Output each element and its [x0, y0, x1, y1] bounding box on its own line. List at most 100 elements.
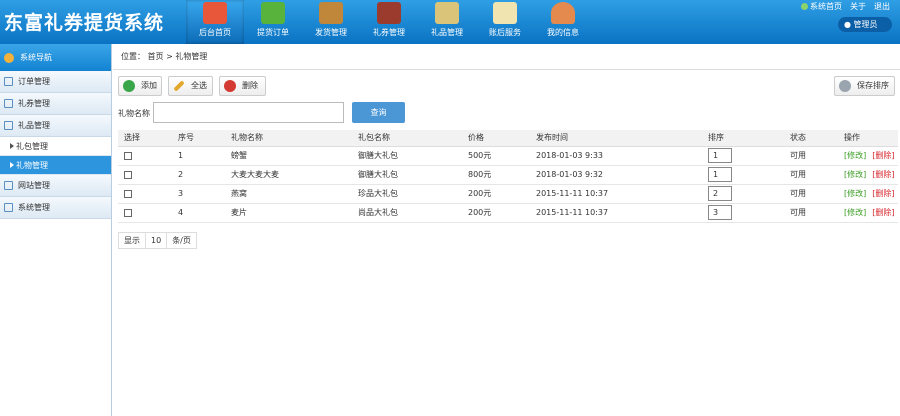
sidebar-title: 系统导航 — [0, 44, 111, 71]
row-select-cell — [118, 203, 172, 223]
row-publish-time: 2015-11-11 10:37 — [530, 203, 702, 223]
row-publish-time: 2018-01-03 9:33 — [530, 146, 702, 166]
about-link[interactable]: 关于 — [850, 1, 866, 12]
col-sort: 排序 — [702, 130, 784, 147]
header: 东富礼券提货系统 后台首页 提货订单 发货管理 礼券管理 礼品管理 账后服务 我… — [0, 0, 900, 44]
sidebar-item-label: 礼品管理 — [18, 121, 50, 130]
sidebar-subitem-packages[interactable]: 礼包管理 — [0, 137, 111, 156]
sort-input[interactable]: 1 — [708, 167, 732, 182]
edit-link[interactable]: [修改] — [844, 189, 866, 198]
row-sort-cell: 3 — [702, 203, 784, 223]
col-status: 状态 — [784, 130, 838, 147]
sidebar-item-website[interactable]: 网站管理 — [0, 175, 111, 197]
delete-link[interactable]: [删除] — [872, 189, 894, 198]
window-icon — [4, 181, 13, 190]
row-status: 可用 — [784, 146, 838, 166]
row-select-cell — [118, 184, 172, 204]
sidebar-item-label: 订单管理 — [18, 77, 50, 86]
nav-label: 我的信息 — [547, 28, 579, 37]
delete-label: 删除 — [242, 81, 258, 90]
gear-icon — [839, 80, 851, 92]
col-package-name: 礼包名称 — [352, 130, 462, 147]
nav-item-profile[interactable]: 我的信息 — [534, 0, 592, 44]
table-row: 3 燕窝 珍品大礼包 200元 2015-11-11 10:37 2 可用 [修… — [118, 184, 898, 204]
row-checkbox[interactable] — [124, 151, 132, 160]
sidebar-item-coupons[interactable]: 礼券管理 — [0, 93, 111, 115]
sidebar-item-orders[interactable]: 订单管理 — [0, 71, 111, 93]
save-sort-button[interactable]: 保存排序 — [834, 76, 895, 96]
row-no: 2 — [172, 165, 225, 185]
row-price: 200元 — [462, 184, 530, 204]
close-icon — [224, 80, 236, 92]
table-row: 4 麦片 尚品大礼包 200元 2015-11-11 10:37 3 可用 [修… — [118, 203, 898, 223]
search-button[interactable]: 查询 — [352, 102, 405, 123]
add-button[interactable]: 添加 — [118, 76, 162, 96]
add-label: 添加 — [141, 81, 157, 90]
sort-input[interactable]: 3 — [708, 205, 732, 220]
nav-item-gifts[interactable]: 礼品管理 — [418, 0, 476, 44]
system-home-label: 系统首页 — [810, 2, 842, 11]
nav-item-shipping[interactable]: 发货管理 — [302, 0, 360, 44]
row-package-name: 珍品大礼包 — [352, 184, 462, 204]
delete-link[interactable]: [删除] — [872, 170, 894, 179]
sidebar-title-label: 系统导航 — [20, 53, 52, 62]
search-label: 礼物名称 — [118, 109, 150, 118]
sidebar-item-system[interactable]: 系统管理 — [0, 197, 111, 219]
sidebar-subitem-gift-items[interactable]: 礼物管理 — [0, 156, 111, 175]
app-title: 东富礼券提货系统 — [4, 12, 165, 34]
logout-link[interactable]: 退出 — [874, 1, 890, 12]
row-checkbox[interactable] — [124, 208, 132, 217]
select-all-button[interactable]: 全选 — [168, 76, 213, 96]
book-icon — [377, 2, 401, 24]
gift-name-input[interactable] — [153, 102, 344, 123]
sort-input[interactable]: 1 — [708, 148, 732, 163]
nav-item-home[interactable]: 后台首页 — [186, 0, 244, 44]
breadcrumb-home[interactable]: 首页 — [148, 52, 164, 61]
edit-link[interactable]: [修改] — [844, 151, 866, 160]
sidebar-item-gifts[interactable]: 礼品管理 — [0, 115, 111, 137]
pager-size[interactable]: 10 — [146, 233, 168, 248]
settings-icon — [4, 203, 13, 212]
row-package-name: 御膳大礼包 — [352, 146, 462, 166]
breadcrumb-prefix: 位置： — [121, 52, 145, 61]
row-price: 800元 — [462, 165, 530, 185]
row-no: 3 — [172, 184, 225, 204]
cart-icon — [261, 2, 285, 24]
admin-badge[interactable]: ● 管理员 — [838, 17, 892, 32]
sort-input[interactable]: 2 — [708, 186, 732, 201]
nav-label: 后台首页 — [199, 28, 231, 37]
edit-icon — [4, 99, 13, 108]
plus-icon — [123, 80, 135, 92]
sidebar-item-label: 系统管理 — [18, 203, 50, 212]
nav-item-orders[interactable]: 提货订单 — [244, 0, 302, 44]
box-icon — [319, 2, 343, 24]
nav-item-coupons[interactable]: 礼券管理 — [360, 0, 418, 44]
col-actions: 操作 — [838, 130, 898, 147]
row-no: 4 — [172, 203, 225, 223]
row-package-name: 御膳大礼包 — [352, 165, 462, 185]
row-sort-cell: 1 — [702, 165, 784, 185]
sidebar-item-label: 礼券管理 — [18, 99, 50, 108]
delete-link[interactable]: [删除] — [872, 208, 894, 217]
list-icon — [4, 77, 13, 86]
user-icon — [551, 2, 575, 24]
note-icon — [493, 2, 517, 24]
nav-label: 发货管理 — [315, 28, 347, 37]
table-row: 2 大麦大麦大麦 御膳大礼包 800元 2018-01-03 9:32 1 可用… — [118, 165, 898, 185]
delete-button[interactable]: 删除 — [219, 76, 266, 96]
nav-label: 礼品管理 — [431, 28, 463, 37]
row-actions: [修改] [删除] — [838, 165, 898, 185]
nav-label: 提货订单 — [257, 28, 289, 37]
delete-link[interactable]: [删除] — [872, 151, 894, 160]
main-content: 位置： 首页 > 礼物管理 添加 全选 删除 保存排序 礼物名称 查询 选择 序… — [113, 44, 900, 416]
nav-item-service[interactable]: 账后服务 — [476, 0, 534, 44]
system-home-link[interactable]: 系统首页 — [801, 1, 842, 12]
row-gift-name: 大麦大麦大麦 — [225, 165, 352, 185]
row-checkbox[interactable] — [124, 189, 132, 198]
row-actions: [修改] [删除] — [838, 146, 898, 166]
row-no: 1 — [172, 146, 225, 166]
edit-link[interactable]: [修改] — [844, 208, 866, 217]
row-checkbox[interactable] — [124, 170, 132, 179]
edit-link[interactable]: [修改] — [844, 170, 866, 179]
row-select-cell — [118, 146, 172, 166]
